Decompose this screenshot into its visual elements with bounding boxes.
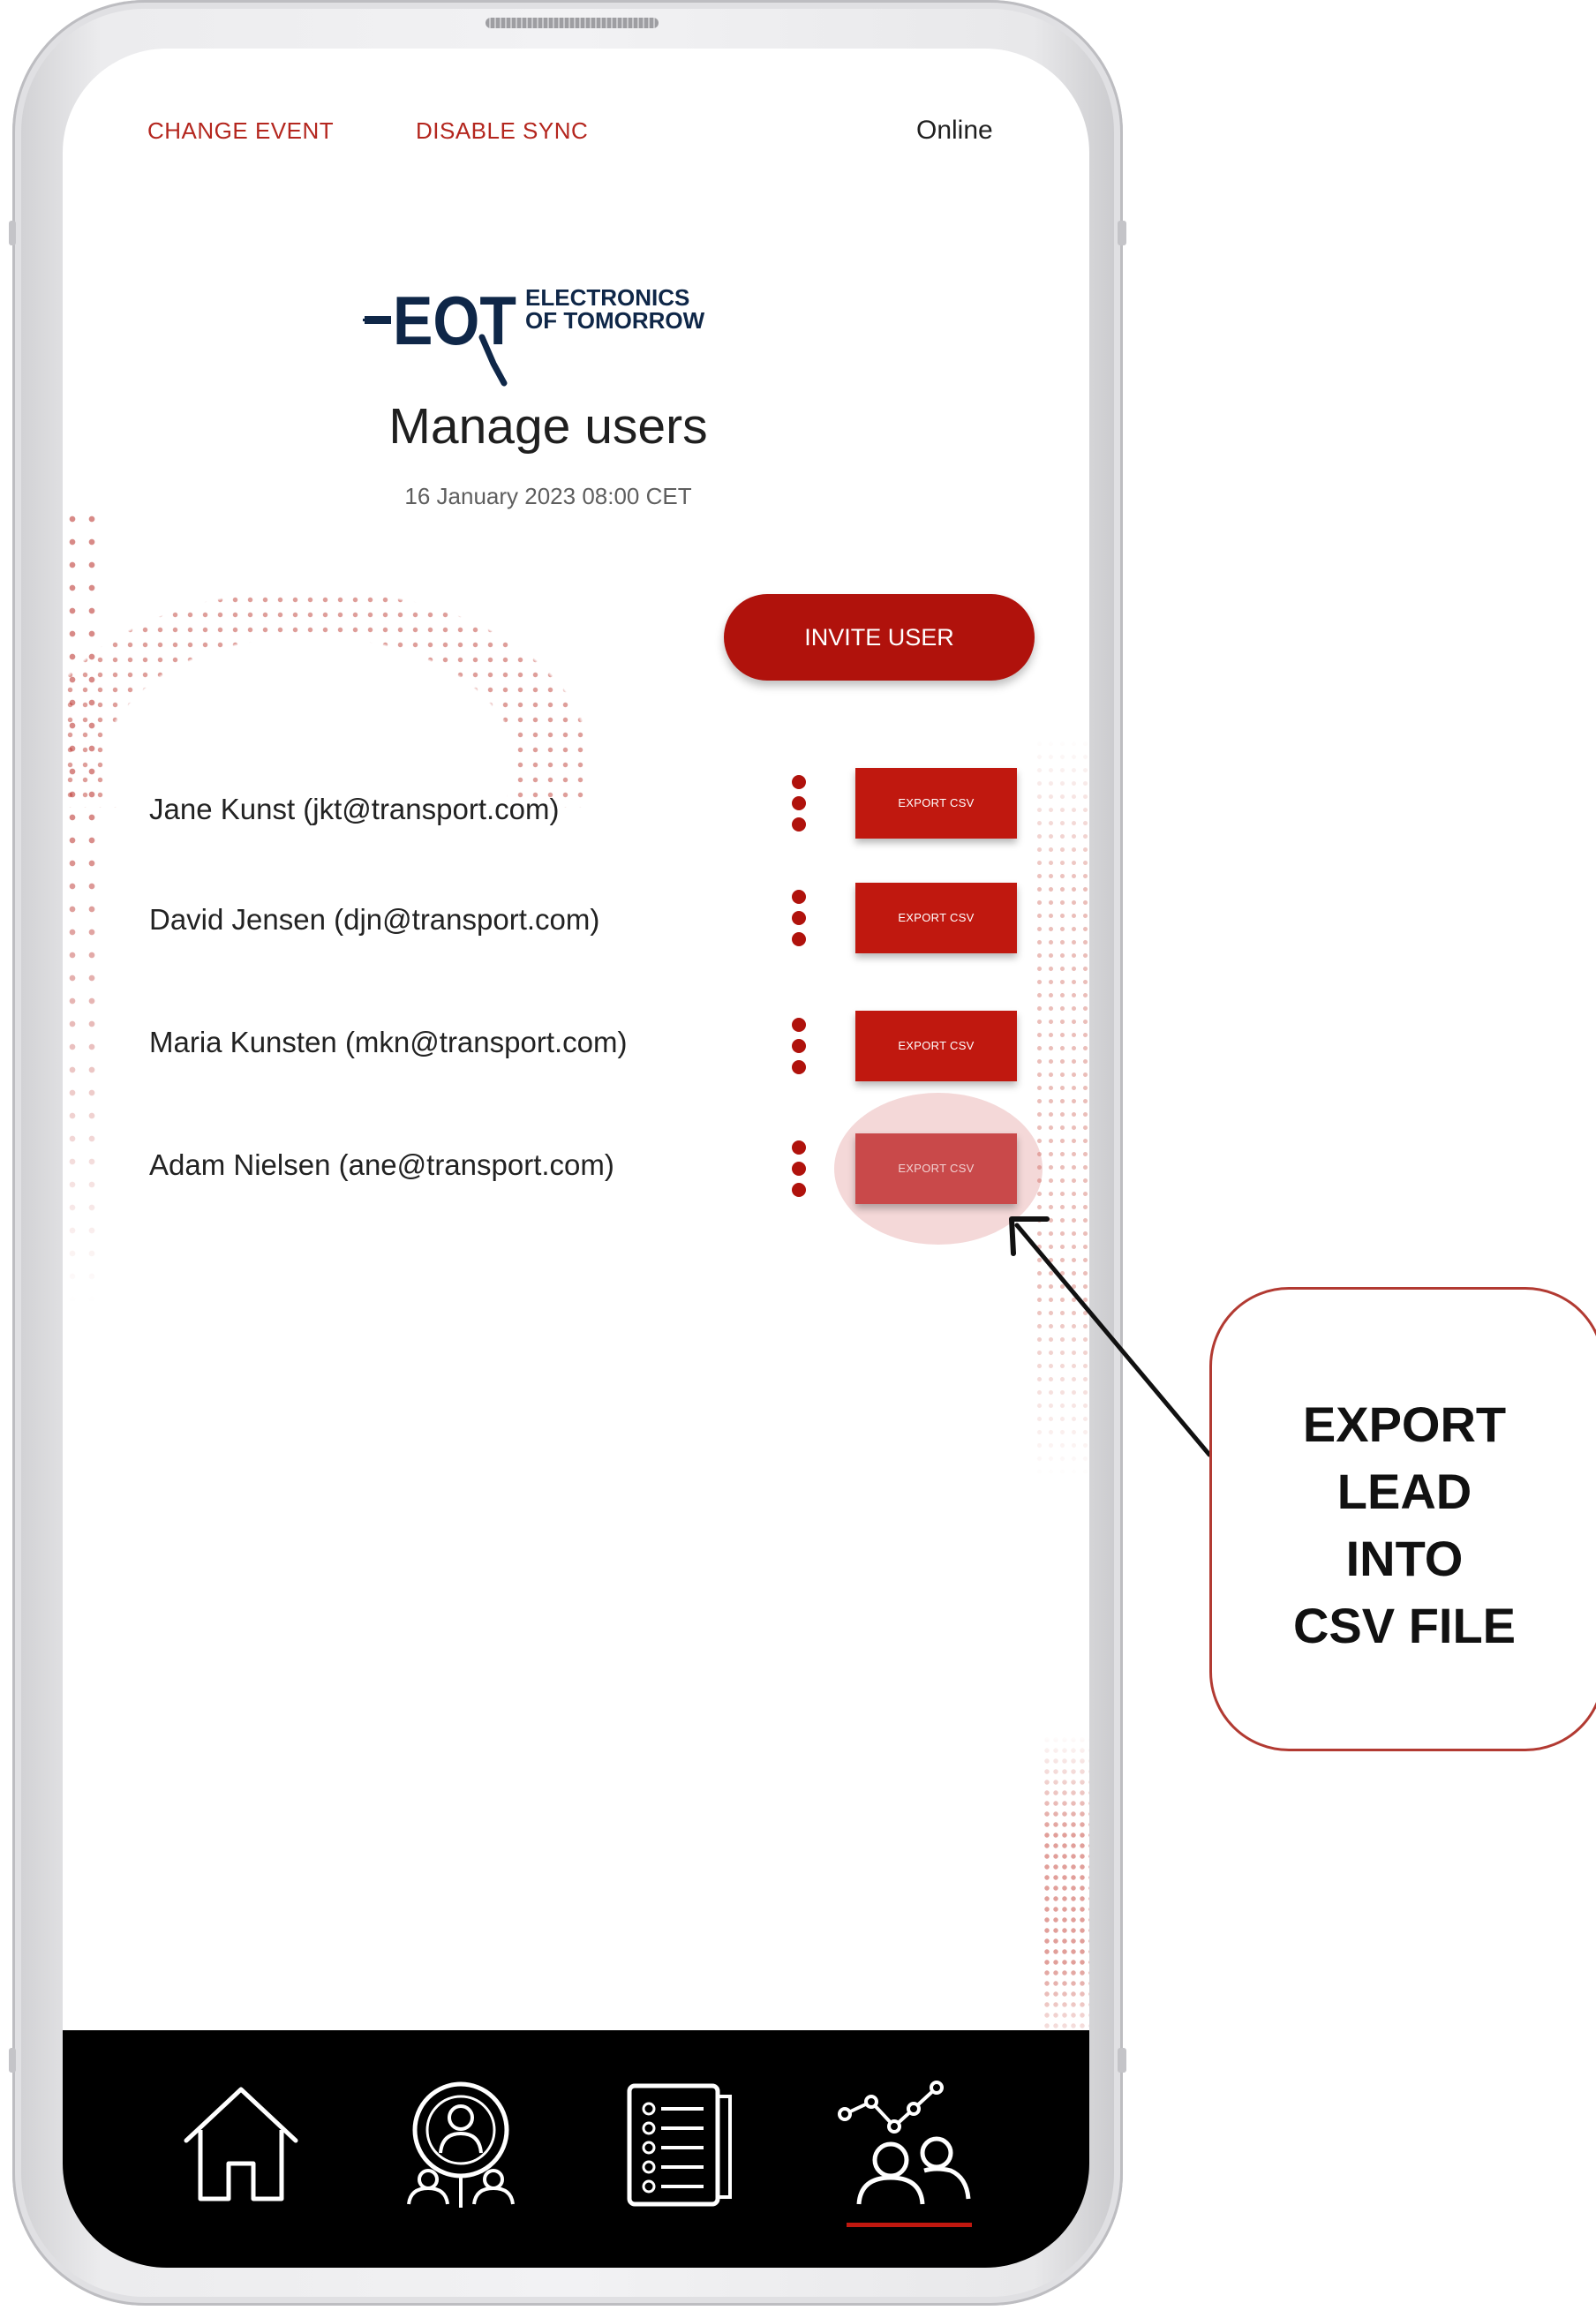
change-event-link[interactable]: CHANGE EVENT <box>147 117 334 145</box>
user-row: Adam Nielsen (ane@transport.com) EXPORT … <box>63 1093 1089 1245</box>
decorative-dots <box>63 472 592 808</box>
export-csv-button[interactable]: EXPORT CSV <box>855 768 1017 839</box>
export-csv-button[interactable]: EXPORT CSV <box>855 1011 1017 1081</box>
annotation-callout: EXPORT LEAD INTO CSV FILE <box>1209 1287 1596 1751</box>
user-name: Adam Nielsen (ane@transport.com) <box>149 1148 614 1181</box>
phone-frame: CHANGE EVENT DISABLE SYNC Online EOT ELE… <box>9 0 1126 2306</box>
page-title: Manage users <box>388 398 708 455</box>
more-options-icon[interactable] <box>786 1133 812 1204</box>
annotation-text: EXPORT LEAD INTO CSV FILE <box>1292 1396 1517 1653</box>
user-name: David Jensen (djn@transport.com) <box>149 903 600 936</box>
export-csv-button[interactable]: EXPORT CSV <box>855 1133 1017 1204</box>
logo-line2: OF TOMORROW <box>525 307 705 334</box>
bottom-nav <box>63 2030 1089 2268</box>
phone-side-button <box>9 2048 16 2073</box>
app-screen: CHANGE EVENT DISABLE SYNC Online EOT ELE… <box>63 49 1089 2268</box>
phone-side-button <box>1118 2048 1126 2073</box>
disable-sync-link[interactable]: DISABLE SYNC <box>416 117 588 145</box>
decorative-dots <box>1043 1735 1089 2061</box>
user-row: Jane Kunst (jkt@transport.com) EXPORT CS… <box>63 768 1089 856</box>
phone-side-button <box>1118 221 1126 245</box>
phone-side-button <box>9 221 16 245</box>
connection-status: Online <box>916 116 993 145</box>
invite-user-button[interactable]: INVITE USER <box>724 594 1035 681</box>
export-csv-button[interactable]: EXPORT CSV <box>855 883 1017 953</box>
home-icon[interactable] <box>179 2079 303 2211</box>
phone-speaker <box>486 18 659 28</box>
more-options-icon[interactable] <box>786 768 812 839</box>
user-row: Maria Kunsten (mkn@transport.com) EXPORT… <box>63 1011 1089 1099</box>
more-options-icon[interactable] <box>786 883 812 953</box>
user-row: David Jensen (djn@transport.com) EXPORT … <box>63 883 1089 971</box>
eot-logo: EOT ELECTRONICS OF TOMORROW <box>363 282 705 387</box>
logo-brand-text: EOT <box>393 282 516 359</box>
event-date: 16 January 2023 08:00 CET <box>404 483 692 509</box>
user-search-icon[interactable] <box>395 2079 527 2211</box>
more-options-icon[interactable] <box>786 1011 812 1081</box>
user-name: Maria Kunsten (mkn@transport.com) <box>149 1026 628 1058</box>
user-name: Jane Kunst (jkt@transport.com) <box>149 793 560 825</box>
active-tab-indicator <box>847 2223 972 2227</box>
analytics-users-icon[interactable] <box>832 2079 982 2211</box>
checklist-icon[interactable] <box>622 2079 737 2211</box>
